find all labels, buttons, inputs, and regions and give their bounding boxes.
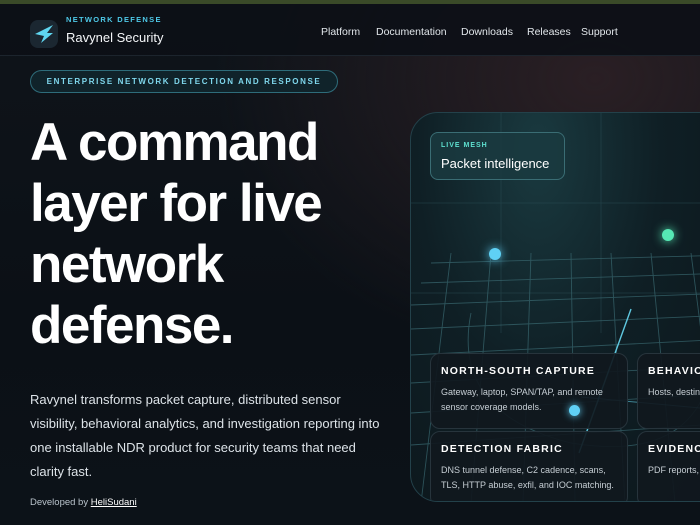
developer-credit: Developed by HeliSudani <box>30 497 137 508</box>
live-mesh-label: LIVE MESH Packet intelligence <box>430 132 565 180</box>
mesh-title: Packet intelligence <box>441 156 550 171</box>
category-pill: ENTERPRISE NETWORK DETECTION AND RESPONS… <box>30 70 338 93</box>
feature-card-detection-fabric[interactable]: DETECTION FABRIC DNS tunnel defense, C2 … <box>430 431 628 501</box>
hero-title: A command layer for live network defense… <box>30 113 323 355</box>
live-mesh-panel: LIVE MESH Packet intelligence NORTH-SOUT… <box>410 112 700 502</box>
hero-description: Ravynel transforms packet capture, distr… <box>30 392 380 479</box>
mesh-node-dot <box>489 248 501 260</box>
bird-wing-icon[interactable] <box>30 20 58 48</box>
nav-documentation[interactable]: Documentation <box>376 26 447 38</box>
feature-description: DNS tunnel defense, C2 cadence, scans, T… <box>441 465 614 490</box>
feature-card-evidence[interactable]: EVIDENCE PDF reports, context, and <box>637 431 700 501</box>
brand-eyebrow: NETWORK DEFENSE <box>66 15 162 24</box>
feature-title: DETECTION FABRIC <box>441 443 563 455</box>
nav-support[interactable]: Support <box>581 26 618 38</box>
nav-platform[interactable]: Platform <box>321 26 360 38</box>
credit-prefix: Developed by <box>30 497 89 508</box>
mesh-node-dot <box>662 229 674 241</box>
site-header: NETWORK DEFENSE Ravynel Security Platfor… <box>0 4 700 56</box>
mesh-node-dot <box>569 405 580 416</box>
feature-card-north-south[interactable]: NORTH-SOUTH CAPTURE Gateway, laptop, SPA… <box>430 353 628 429</box>
developer-link[interactable]: HeliSudani <box>91 497 137 508</box>
feature-description: Gateway, laptop, SPAN/TAP, and remote se… <box>441 387 603 412</box>
feature-card-behavior[interactable]: BEHAVIOR Hosts, destinations, sessions, … <box>637 353 700 429</box>
nav-releases[interactable]: Releases <box>527 26 571 38</box>
brand-name[interactable]: Ravynel Security <box>66 30 164 45</box>
feature-description: Hosts, destinations, sessions, and <box>648 387 700 397</box>
nav-downloads[interactable]: Downloads <box>461 26 513 38</box>
mesh-eyebrow: LIVE MESH <box>441 142 488 149</box>
feature-title: NORTH-SOUTH CAPTURE <box>441 365 596 377</box>
feature-title: BEHAVIOR <box>648 365 700 377</box>
feature-title: EVIDENCE <box>648 443 700 455</box>
feature-description: PDF reports, context, and <box>648 465 700 475</box>
